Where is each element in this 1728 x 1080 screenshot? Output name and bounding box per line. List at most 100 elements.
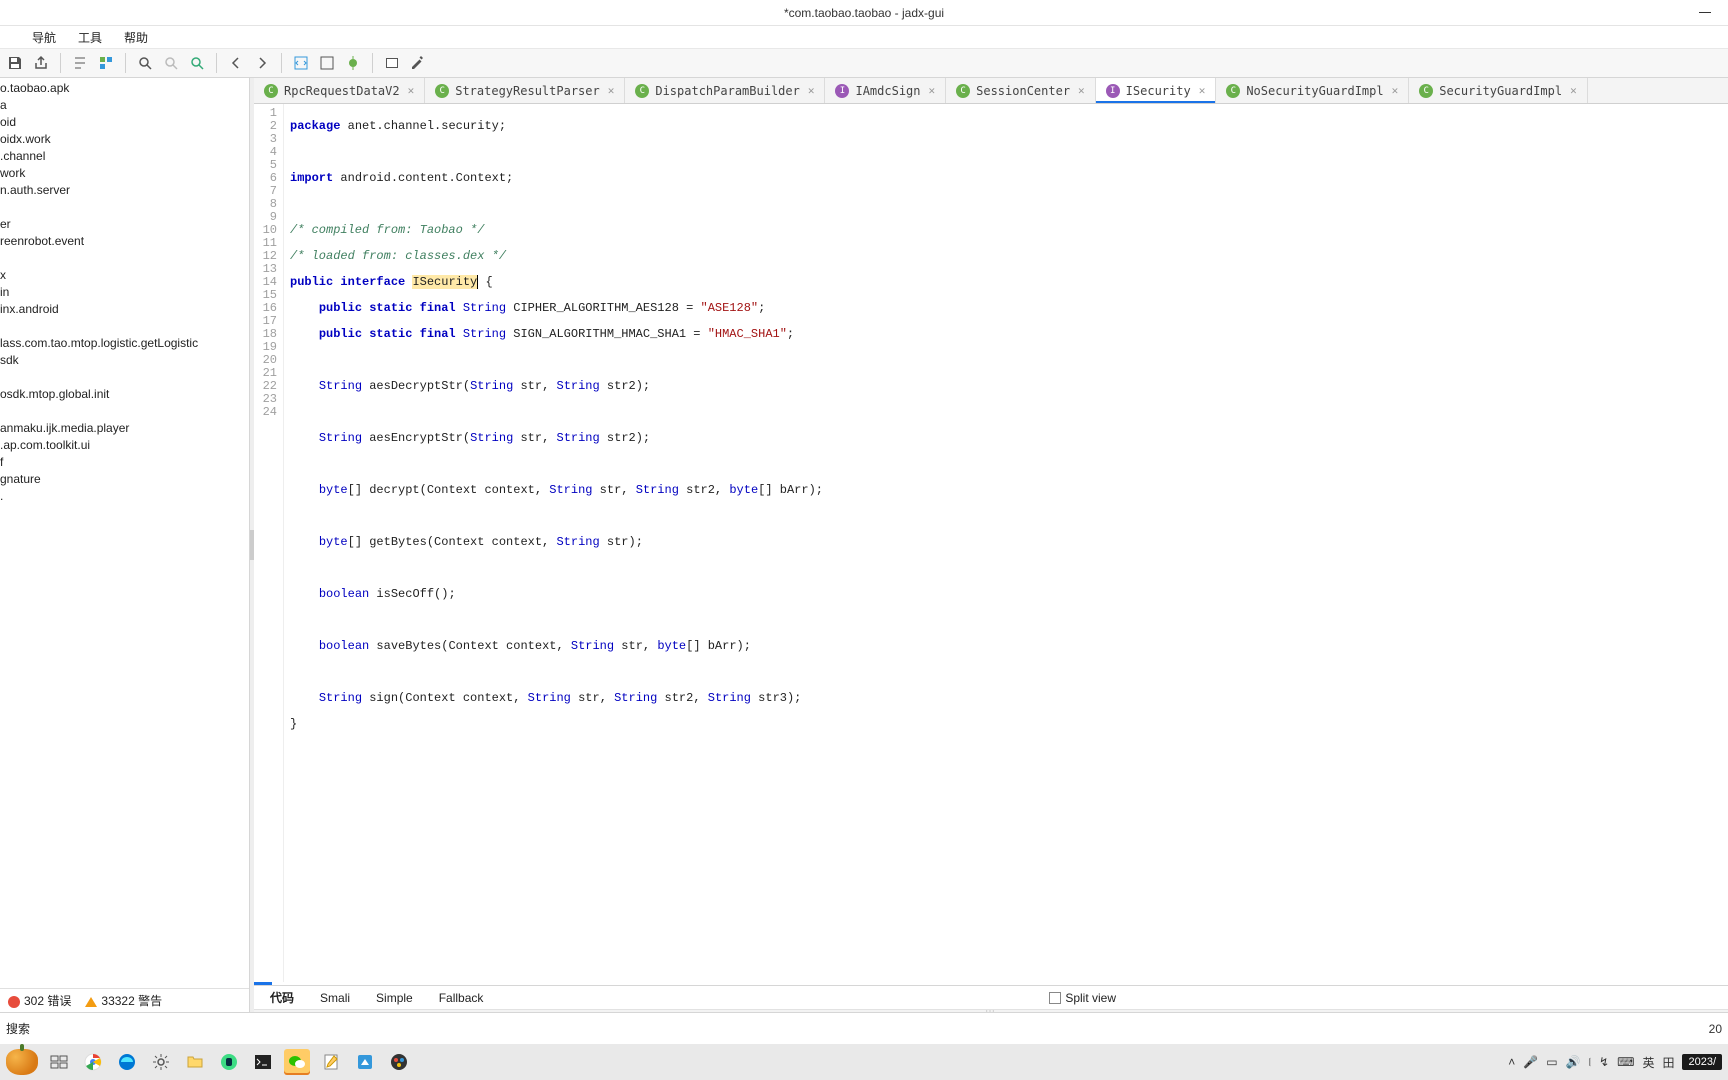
- notepad-icon[interactable]: [318, 1049, 344, 1075]
- tab-iamdcsign[interactable]: IIAmdcSign✕: [825, 78, 946, 103]
- warnings-count[interactable]: 33322 警告: [85, 992, 162, 1009]
- tree-item[interactable]: [0, 250, 249, 267]
- mode-smali[interactable]: Smali: [316, 989, 354, 1007]
- chrome-icon[interactable]: [80, 1049, 106, 1075]
- gutter: 123456789101112131415161718192021222324: [254, 104, 284, 982]
- app-icon[interactable]: [352, 1049, 378, 1075]
- code-body[interactable]: package anet.channel.security; import an…: [284, 104, 1728, 982]
- search-label[interactable]: 搜索: [6, 1020, 30, 1037]
- sync-tree-icon[interactable]: [95, 52, 117, 74]
- tab-nosecurityguardimpl[interactable]: CNoSecurityGuardImpl✕: [1216, 78, 1409, 103]
- tree-item[interactable]: sdk: [0, 352, 249, 369]
- debug-icon[interactable]: [342, 52, 364, 74]
- tab-isecurity[interactable]: IISecurity✕: [1096, 78, 1217, 103]
- tree-item[interactable]: [0, 369, 249, 386]
- decompile-icon[interactable]: [290, 52, 312, 74]
- tree-item[interactable]: osdk.mtop.global.init: [0, 386, 249, 403]
- class-icon: C: [635, 84, 649, 98]
- close-icon[interactable]: ✕: [1570, 84, 1577, 97]
- tree-item[interactable]: .: [0, 488, 249, 505]
- mode-fallback[interactable]: Fallback: [435, 989, 488, 1007]
- terminal-icon[interactable]: [250, 1049, 276, 1075]
- search-forward-icon[interactable]: [186, 52, 208, 74]
- save-icon[interactable]: [4, 52, 26, 74]
- volume-icon[interactable]: 🔊: [1566, 1055, 1581, 1069]
- tree-item[interactable]: n.auth.server: [0, 182, 249, 199]
- battery-icon[interactable]: ▭: [1546, 1055, 1557, 1069]
- mode-code[interactable]: 代码: [266, 987, 298, 1008]
- task-view-icon[interactable]: [46, 1049, 72, 1075]
- collapse-icon[interactable]: [69, 52, 91, 74]
- menu-tools[interactable]: 工具: [74, 27, 106, 48]
- tab-sessioncenter[interactable]: CSessionCenter✕: [946, 78, 1096, 103]
- search-back-icon[interactable]: [160, 52, 182, 74]
- tree-root[interactable]: o.taobao.apk: [0, 80, 249, 97]
- log-icon[interactable]: [381, 52, 403, 74]
- settings-icon[interactable]: [407, 52, 429, 74]
- tree-item[interactable]: reenrobot.event: [0, 233, 249, 250]
- tree-item[interactable]: gnature: [0, 471, 249, 488]
- nav-forward-icon[interactable]: [251, 52, 273, 74]
- tray-chevron-icon[interactable]: ˄: [1508, 1055, 1515, 1069]
- nav-back-icon[interactable]: [225, 52, 247, 74]
- splitter[interactable]: [250, 78, 254, 1012]
- close-icon[interactable]: ✕: [808, 84, 815, 97]
- tree-item[interactable]: anmaku.ijk.media.player: [0, 420, 249, 437]
- tree-item[interactable]: f: [0, 454, 249, 471]
- settings-icon[interactable]: [148, 1049, 174, 1075]
- tree-item[interactable]: x: [0, 267, 249, 284]
- mic-icon[interactable]: 🎤: [1523, 1055, 1538, 1069]
- tab-securityguardimpl[interactable]: CSecurityGuardImpl✕: [1409, 78, 1587, 103]
- tab-strategyresultparser[interactable]: CStrategyResultParser✕: [425, 78, 625, 103]
- tab-dispatchparambuilder[interactable]: CDispatchParamBuilder✕: [625, 78, 825, 103]
- android-studio-icon[interactable]: [216, 1049, 242, 1075]
- cursor-position: 20: [1709, 1022, 1722, 1036]
- tree-item[interactable]: er: [0, 216, 249, 233]
- app2-icon[interactable]: [386, 1049, 412, 1075]
- close-icon[interactable]: ✕: [929, 84, 936, 97]
- sync-icon[interactable]: ↯: [1599, 1055, 1609, 1069]
- explorer-icon[interactable]: [182, 1049, 208, 1075]
- tab-label: ISecurity: [1126, 84, 1191, 98]
- close-icon[interactable]: ✕: [1078, 84, 1085, 97]
- tree-item[interactable]: work: [0, 165, 249, 182]
- menu-file[interactable]: [6, 35, 14, 39]
- pumpkin-icon[interactable]: [6, 1049, 38, 1075]
- tab-label: IAmdcSign: [855, 84, 920, 98]
- tree-item[interactable]: oidx.work: [0, 131, 249, 148]
- tree-item[interactable]: .channel: [0, 148, 249, 165]
- minimize-button[interactable]: [1690, 3, 1720, 23]
- export-icon[interactable]: [30, 52, 52, 74]
- clock-date[interactable]: 2023/: [1682, 1054, 1722, 1070]
- tree-item[interactable]: oid: [0, 114, 249, 131]
- tree-item[interactable]: [0, 199, 249, 216]
- class-icon: C: [1419, 84, 1433, 98]
- tree-item[interactable]: [0, 403, 249, 420]
- tree-item[interactable]: in: [0, 284, 249, 301]
- close-icon[interactable]: ✕: [1199, 84, 1206, 97]
- ime-layout[interactable]: 田: [1662, 1054, 1674, 1071]
- wechat-icon[interactable]: [284, 1049, 310, 1075]
- tree-item[interactable]: inx.android: [0, 301, 249, 318]
- keyboard-icon[interactable]: ⌨: [1617, 1055, 1634, 1069]
- deobf-icon[interactable]: [316, 52, 338, 74]
- ime-lang[interactable]: 英: [1642, 1054, 1654, 1071]
- menu-help[interactable]: 帮助: [120, 27, 152, 48]
- code-editor[interactable]: 123456789101112131415161718192021222324 …: [254, 104, 1728, 982]
- close-icon[interactable]: ✕: [608, 84, 615, 97]
- search-icon[interactable]: [134, 52, 156, 74]
- tab-rpcrequestdatav2[interactable]: CRpcRequestDataV2✕: [254, 78, 425, 103]
- mode-simple[interactable]: Simple: [372, 989, 417, 1007]
- tree-item[interactable]: lass.com.tao.mtop.logistic.getLogistic: [0, 335, 249, 352]
- wifi-icon[interactable]: ⧙: [1589, 1055, 1592, 1070]
- errors-count[interactable]: 302 错误: [8, 992, 71, 1009]
- tree-item[interactable]: [0, 318, 249, 335]
- close-icon[interactable]: ✕: [1392, 84, 1399, 97]
- menu-navigate[interactable]: 导航: [28, 27, 60, 48]
- split-view-checkbox[interactable]: Split view: [1049, 991, 1116, 1005]
- tree-item[interactable]: a: [0, 97, 249, 114]
- close-icon[interactable]: ✕: [408, 84, 415, 97]
- edge-icon[interactable]: [114, 1049, 140, 1075]
- tree-item[interactable]: .ap.com.toolkit.ui: [0, 437, 249, 454]
- panel-resizer[interactable]: ⋯: [254, 1009, 1728, 1012]
